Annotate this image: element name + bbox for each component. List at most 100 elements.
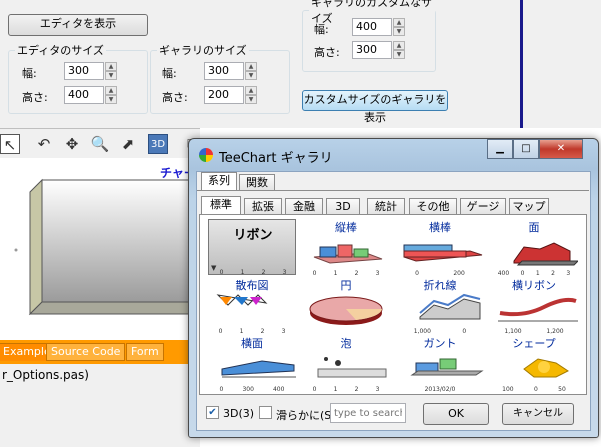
gallery-item[interactable]: 面 400 0 1 2 3 [490, 219, 578, 277]
gallery-axis-tick: 200 [453, 270, 465, 277]
gallery-axis-tick: 3 [566, 270, 571, 277]
tab-maps[interactable]: マップ [509, 198, 549, 214]
spin-down-icon[interactable]: ▼ [245, 95, 257, 104]
show-custom-gallery-button[interactable]: カスタムサイズのギャラリを表示 [302, 90, 448, 124]
gallery-item[interactable]: 泡0123 [302, 335, 390, 393]
gantt-chart-icon [410, 358, 484, 376]
gallery-item[interactable]: リボン 0 1 2 3 ▼ [208, 219, 296, 276]
gallery-item[interactable]: シェープ 100 0 50 [490, 335, 578, 393]
gallery-item-axis: 0 1 2 3 [304, 386, 388, 393]
spin-up-icon[interactable]: ▲ [393, 41, 405, 50]
gallery-item[interactable]: 折れ線 1,000 0 [396, 277, 484, 335]
gallery-item[interactable]: 散布図 0 1 2 3 [208, 277, 296, 335]
spin-up-icon[interactable]: ▲ [105, 62, 117, 71]
gallery-axis-tick: 2 [354, 270, 359, 277]
minimize-icon[interactable]: ▁ [487, 139, 513, 159]
gallery-axis-tick: 1,100 [504, 328, 522, 335]
gallery-item-axis: 0 1 2 3 [304, 270, 388, 277]
area-chart-icon [513, 242, 578, 266]
zoom-icon[interactable]: 🔍 [90, 134, 110, 154]
form-right-edge [520, 0, 601, 128]
gallery-item[interactable]: 横面 0 300 400 [208, 335, 296, 393]
gallery-axis-tick: 1,200 [546, 328, 564, 335]
gallery-item-axis: 0 1 2 3 [211, 269, 295, 276]
teechart-logo-icon [199, 148, 213, 162]
gallery-item[interactable]: 縦棒 0 1 2 3 [302, 219, 390, 277]
spin-up-icon[interactable]: ▲ [393, 18, 405, 27]
gallery-axis-tick: 50 [558, 386, 566, 393]
spin-down-icon[interactable]: ▼ [245, 71, 257, 80]
tab-gauges[interactable]: ゲージ [460, 198, 506, 214]
gallery-axis-tick: 0 [462, 328, 467, 335]
tab-financial[interactable]: 金融 [285, 198, 323, 214]
custom-width-value[interactable]: 400 [352, 18, 392, 36]
custom-width-label: 幅: [314, 23, 329, 36]
dropdown-arrow-icon[interactable]: ▼ [211, 264, 216, 272]
search-input[interactable] [330, 403, 406, 423]
cancel-button[interactable]: キャンセル [502, 403, 574, 425]
gallery-item[interactable]: 円 [302, 277, 390, 333]
gallery-height-label: 高さ: [162, 91, 188, 104]
line-chart-icon [419, 293, 481, 320]
checkbox-smooth[interactable] [259, 406, 272, 419]
tab-other[interactable]: その他 [409, 198, 457, 214]
spin-down-icon[interactable]: ▼ [393, 27, 405, 36]
close-icon[interactable]: ✕ [539, 139, 583, 159]
gallery-width-value[interactable]: 300 [204, 62, 244, 80]
tab-standard[interactable]: 標準 [201, 196, 241, 214]
options-form: エディタを表示 エディタのサイズ 幅: 300 ▲ ▼ 高さ: 400 ▲ ▼ ギャ… [0, 0, 520, 128]
tab-form[interactable]: Form [126, 343, 164, 361]
gallery-axis-tick: 0 [219, 386, 224, 393]
move-icon[interactable]: ✥ [62, 134, 82, 154]
custom-height-value[interactable]: 300 [352, 41, 392, 59]
spin-down-icon[interactable]: ▼ [393, 50, 405, 59]
checkbox-3d[interactable]: ✔ [206, 406, 219, 419]
gallery-axis-tick: 0 [312, 386, 317, 393]
rotate-icon[interactable]: ↶ [34, 134, 54, 154]
shape-chart-icon [523, 358, 569, 378]
maximize-icon[interactable]: □ [513, 139, 539, 159]
editor-width-value[interactable]: 300 [64, 62, 104, 80]
depth-icon[interactable]: ⬈ [118, 134, 138, 154]
spin-up-icon[interactable]: ▲ [245, 62, 257, 71]
tab-source-code[interactable]: Source Code [46, 343, 126, 361]
gallery-item[interactable]: 横リボン 1,100 1,200 [490, 277, 578, 335]
view-3d-icon[interactable]: 3D [148, 134, 168, 154]
status-filename: r_Options.pas) [2, 368, 89, 382]
spin-down-icon[interactable]: ▼ [105, 71, 117, 80]
tab-extended[interactable]: 拡張 [244, 198, 282, 214]
gallery-axis-tick: 3 [282, 269, 287, 276]
custom-height-label: 高さ: [314, 46, 340, 59]
show-editor-button[interactable]: エディタを表示 [8, 14, 148, 36]
tab-series[interactable]: 系列 [201, 172, 237, 190]
gallery-item-axis: 0 200 [398, 270, 482, 277]
gallery-item[interactable]: 横棒 0 200 [396, 219, 484, 277]
gallery-item[interactable]: ガント 2013/02/0 [396, 335, 484, 393]
gallery-axis-tick: 2 [354, 386, 359, 393]
gallery-item-axis: 400 0 1 2 3 [492, 270, 576, 277]
spin-up-icon[interactable]: ▲ [105, 86, 117, 95]
chart-toolbar: ↖ ↶ ✥ 🔍 ⬈ 3D ⎘ [0, 128, 200, 158]
gallery-width-label: 幅: [162, 67, 177, 80]
checkbox-3d-label: 3D(3) [223, 407, 255, 420]
gallery-size-legend: ギャラリのサイズ [159, 44, 247, 57]
horizontal-ribbon-chart-icon [498, 297, 578, 322]
tab-functions[interactable]: 関数 [239, 174, 275, 190]
bubble-chart-icon [317, 357, 387, 378]
gallery-item-axis: 0 300 400 [210, 386, 294, 393]
pointer-icon[interactable]: ↖ [0, 134, 20, 154]
gallery-axis-tick: 2013/02/0 [424, 386, 456, 393]
gallery-height-value[interactable]: 200 [204, 86, 244, 104]
editor-height-value[interactable]: 400 [64, 86, 104, 104]
checkbox-smooth-label: 滑らかに(S) [276, 409, 336, 422]
editor-size-legend: エディタのサイズ [17, 44, 104, 57]
tab-statistics[interactable]: 統計 [367, 198, 405, 214]
gallery-axis-tick: 100 [502, 386, 514, 393]
tab-3d[interactable]: 3D [326, 198, 360, 214]
ok-button[interactable]: OK [423, 403, 489, 425]
gallery-axis-tick: 400 [272, 386, 285, 393]
gallery-item-axis: 100 0 50 [492, 386, 576, 393]
gallery-axis-tick: 300 [242, 386, 254, 393]
spin-down-icon[interactable]: ▼ [105, 95, 117, 104]
spin-up-icon[interactable]: ▲ [245, 86, 257, 95]
